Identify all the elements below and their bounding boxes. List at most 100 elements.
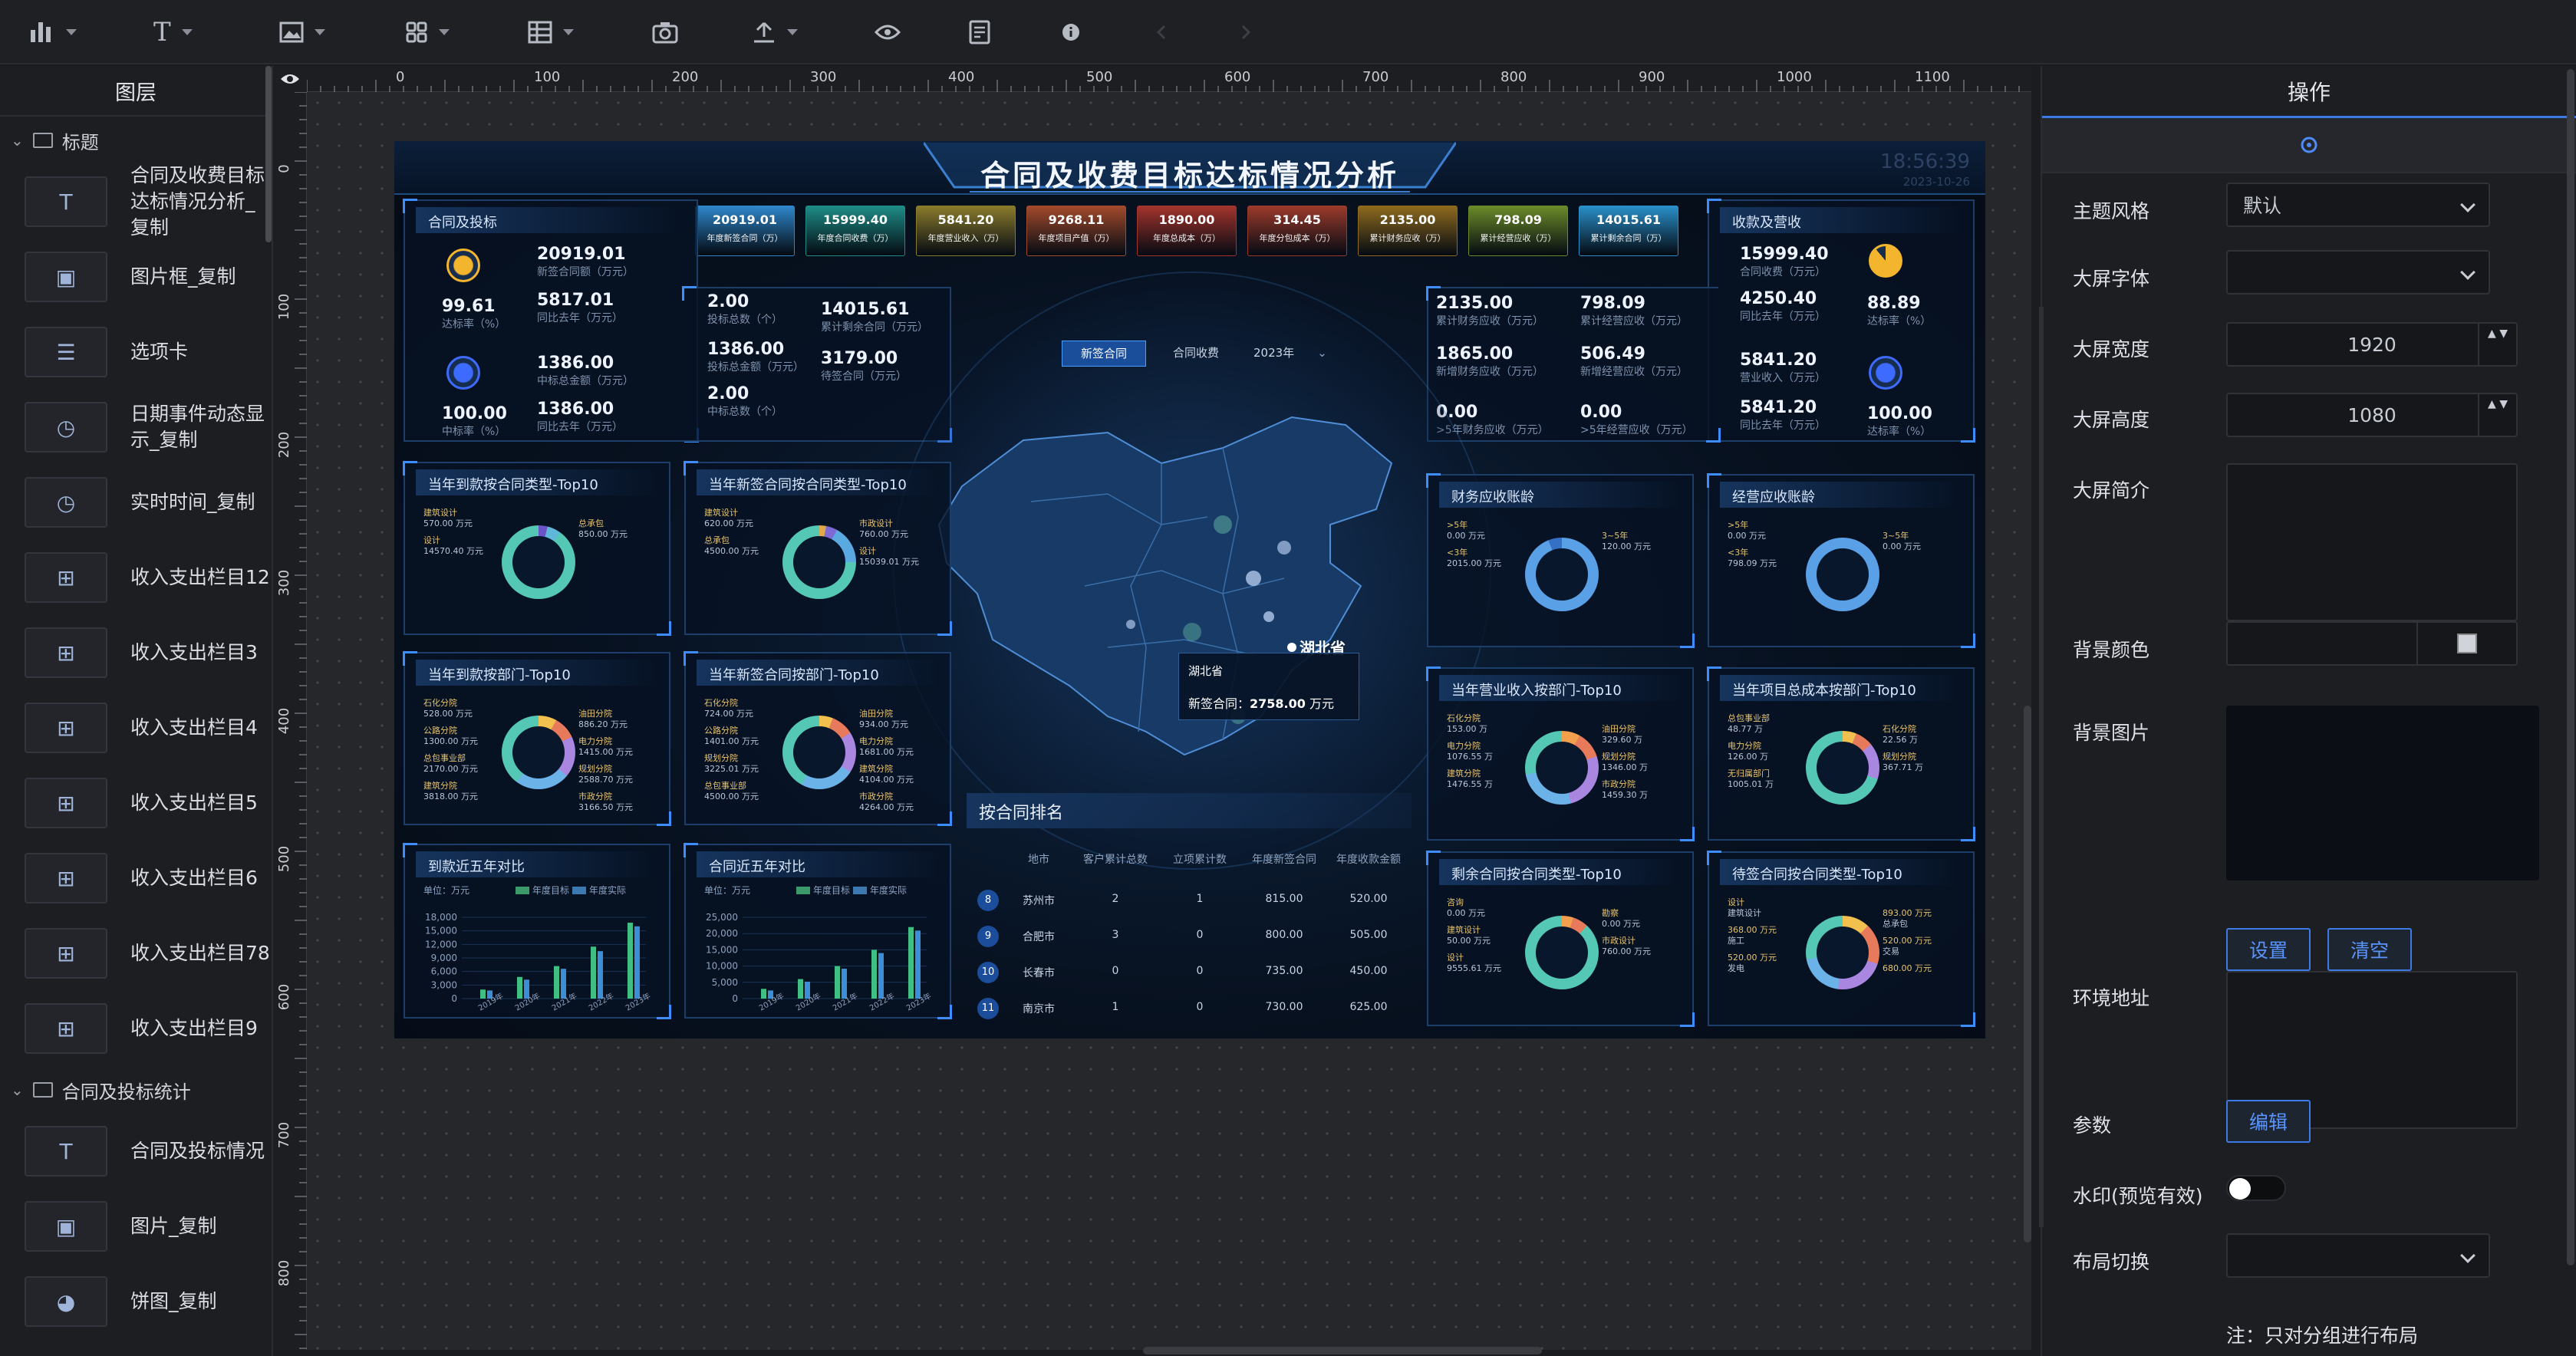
- kpi-card[interactable]: 14015.61 累计剩余合同（万）: [1579, 206, 1678, 256]
- chart-panel[interactable]: 剩余合同按合同类型-Top10 咨询 0.00 万元 勘察 0.00 万元 建筑设计 50.…: [1426, 851, 1695, 1027]
- bar-chart-panel[interactable]: 合同近五年对比 单位：万元 年度目标 年度实际 25,000 20,000 15,000 10…: [684, 843, 952, 1019]
- map-tab-contract-fee[interactable]: 合同收费: [1154, 341, 1238, 367]
- kpi-card[interactable]: 1890.00 年度总成本（万）: [1137, 206, 1237, 256]
- layer-item-label: 图片框_复制: [130, 265, 236, 288]
- chart-panel[interactable]: 经营应收账龄 >5年 0.00 万元 3~5年 0.00 万元 <3年 798.09 万元: [1707, 473, 1975, 648]
- kpi-card[interactable]: 798.09 累计经营应收（万）: [1468, 206, 1568, 256]
- layer-group[interactable]: ⌄ 合同及投标统计: [0, 1066, 272, 1114]
- chart-panel[interactable]: 待签合同按合同类型-Top10 设计 建筑设计 893.00 万元 总承包 368.00 …: [1707, 851, 1975, 1027]
- layer-item[interactable]: ⊞ 收入支出栏目78: [0, 916, 272, 991]
- table-row[interactable]: 11 南京市 1 0 730.00 625.00: [977, 996, 1407, 1021]
- kpi-card[interactable]: 5841.20 年度营业收入（万）: [916, 206, 1016, 256]
- donut-annotation: 1681.00 万元: [859, 747, 914, 757]
- property-number-input[interactable]: 1080 ▲ ▼: [2226, 393, 2518, 437]
- donut-annotation: 4104.00 万元: [859, 775, 914, 785]
- layer-item[interactable]: ⊞ 收入支出栏目3: [0, 615, 272, 690]
- kpi-label: 年度营业收入（万）: [927, 233, 1004, 243]
- table-row[interactable]: 9 合肥市 3 0 800.00 505.00: [977, 924, 1407, 949]
- undo-button[interactable]: [1154, 15, 1169, 49]
- layer-item[interactable]: ◷ 日期事件动态显示_复制: [0, 390, 272, 465]
- donut-annotation: 570.00 万元: [423, 518, 473, 528]
- property-number-input[interactable]: 1920 ▲ ▼: [2226, 322, 2518, 367]
- donut-annotation: 总承包: [1883, 919, 1908, 929]
- document-button[interactable]: [968, 15, 991, 49]
- chart-panel[interactable]: 财务应收账龄 >5年 0.00 万元 3~5年 120.00 万元 <3年 2015.00 …: [1426, 473, 1695, 648]
- info-button[interactable]: [1062, 15, 1080, 49]
- property-select[interactable]: [2226, 250, 2490, 295]
- layer-item[interactable]: ▣ 图片框_复制: [0, 239, 272, 314]
- upload-tool[interactable]: [752, 15, 798, 49]
- donut-annotation: 14570.40 万元: [423, 546, 483, 556]
- kpi-card[interactable]: 9268.11 年度项目产值（万）: [1026, 206, 1126, 256]
- chart-tool[interactable]: [29, 15, 77, 49]
- rank-cell: 1: [1196, 893, 1204, 905]
- legend-label: 年度目标: [532, 885, 570, 896]
- kpi-card[interactable]: 15999.40 年度合同收费（万）: [805, 206, 905, 256]
- kpi-card[interactable]: 20919.01 年度新签合同（万）: [695, 206, 795, 256]
- table-row[interactable]: 8 苏州市 2 1 815.00 520.00: [977, 888, 1407, 913]
- donut-annotation: 2015.00 万元: [1447, 558, 1501, 568]
- color-swatch[interactable]: [2416, 623, 2516, 664]
- kpi-card[interactable]: 314.45 年度分包成本（万）: [1247, 206, 1347, 256]
- layer-item[interactable]: ◷ 实时时间_复制: [0, 465, 272, 540]
- layer-panel-scrollbar[interactable]: [265, 66, 272, 242]
- property-color-input[interactable]: [2226, 621, 2518, 666]
- table-row[interactable]: 10 长春市 0 0 735.00 450.00: [977, 960, 1407, 985]
- layer-item[interactable]: ⊞ 收入支出栏目12: [0, 540, 272, 615]
- layer-item[interactable]: ⊞ 收入支出栏目9: [0, 991, 272, 1066]
- grid-tool[interactable]: [405, 15, 450, 49]
- layer-item[interactable]: ☰ 选项卡: [0, 314, 272, 390]
- chart-panel[interactable]: 当年营业收入按部门-Top10 石化分院 153.00 万油田分院 329.60 万电…: [1426, 666, 1695, 841]
- properties-scrollbar[interactable]: [2567, 69, 2574, 1265]
- china-map[interactable]: [931, 394, 1422, 793]
- bar: [554, 966, 559, 999]
- settings-tab[interactable]: [2042, 118, 2576, 173]
- canvas-vertical-scrollbar[interactable]: [2024, 706, 2031, 1242]
- number-value: 1920: [2347, 333, 2396, 356]
- donut-annotation: 528.00 万元: [423, 709, 473, 719]
- text-tool[interactable]: T: [153, 15, 193, 49]
- layer-item[interactable]: ⊞ 收入支出栏目4: [0, 690, 272, 765]
- edit-params-button[interactable]: 编辑: [2226, 1100, 2311, 1143]
- chart-panel[interactable]: 当年到款按部门-Top10 石化分院 528.00 万元 油田分院 886.20 万元公…: [403, 651, 671, 826]
- ruler-tick-label: 500: [1086, 69, 1112, 85]
- image-tool[interactable]: [279, 15, 325, 49]
- background-image-preview[interactable]: [2226, 706, 2539, 880]
- layer-item[interactable]: ⊞ 收入支出栏目5: [0, 765, 272, 841]
- chart-panel[interactable]: 当年新签合同按合同类型-Top10 建筑设计 620.00 万元 市政设计 760.00…: [684, 461, 952, 636]
- map-tab-new-contract[interactable]: 新签合同: [1062, 341, 1146, 367]
- layer-item[interactable]: T 合同及收费目标达标情况分析_复制: [0, 164, 272, 239]
- map-year-select[interactable]: 2023年 ⌄: [1253, 341, 1338, 367]
- donut-annotation: 建筑设计: [1728, 908, 1761, 918]
- grid-icon: [406, 21, 427, 43]
- ruler-corner[interactable]: [273, 66, 307, 92]
- property-select[interactable]: 默认: [2226, 183, 2490, 227]
- layer-group[interactable]: ⌄ 标题: [0, 117, 272, 164]
- metric-value: 100.00: [442, 404, 507, 423]
- layer-item[interactable]: ◕ 饼图_复制: [0, 1264, 272, 1339]
- chart-panel[interactable]: 当年项目总成本按部门-Top10 总包事业部 48.77 万石化分院 22.56 万电…: [1707, 666, 1975, 841]
- property-textarea[interactable]: [2226, 463, 2518, 621]
- dashboard-screen[interactable]: 合同及收费目标达标情况分析 18:56:39 2023-10-26 20919.…: [394, 141, 1985, 1038]
- kpi-card[interactable]: 2135.00 累计财务应收（万）: [1358, 206, 1458, 256]
- property-select[interactable]: [2226, 1233, 2490, 1278]
- screenshot-button[interactable]: [652, 15, 678, 49]
- stepper[interactable]: ▲ ▼: [2478, 394, 2516, 436]
- layer-item[interactable]: ▣ 图片_复制: [0, 1189, 272, 1264]
- chart-panel[interactable]: 当年到款按合同类型-Top10 建筑设计 570.00 万元 总承包 850.00 万元…: [403, 461, 671, 636]
- layer-item[interactable]: T 合同及投标情况: [0, 1114, 272, 1189]
- redo-button[interactable]: [1238, 15, 1253, 49]
- watermark-toggle[interactable]: [2226, 1175, 2286, 1201]
- layer-item[interactable]: ⊞ 收入支出栏目6: [0, 841, 272, 916]
- canvas-horizontal-scrollbar[interactable]: [1143, 1347, 1542, 1354]
- set-button[interactable]: 设置: [2226, 928, 2311, 971]
- stepper[interactable]: ▲ ▼: [2478, 324, 2516, 365]
- rank-header: 年度收款金额: [1336, 854, 1401, 866]
- table-tool[interactable]: [528, 15, 574, 49]
- preview-button[interactable]: [875, 15, 901, 49]
- clock-icon: ◷: [25, 402, 107, 453]
- clear-button[interactable]: 清空: [2327, 928, 2412, 971]
- chevron-down-icon: ⌄: [11, 1081, 24, 1099]
- bar-chart-panel[interactable]: 到款近五年对比 单位：万元 年度目标 年度实际 18,000 15,000 12,000 9,…: [403, 843, 671, 1019]
- chart-panel[interactable]: 当年新签合同按部门-Top10 石化分院 724.00 万元 油田分院 934.00 万…: [684, 651, 952, 826]
